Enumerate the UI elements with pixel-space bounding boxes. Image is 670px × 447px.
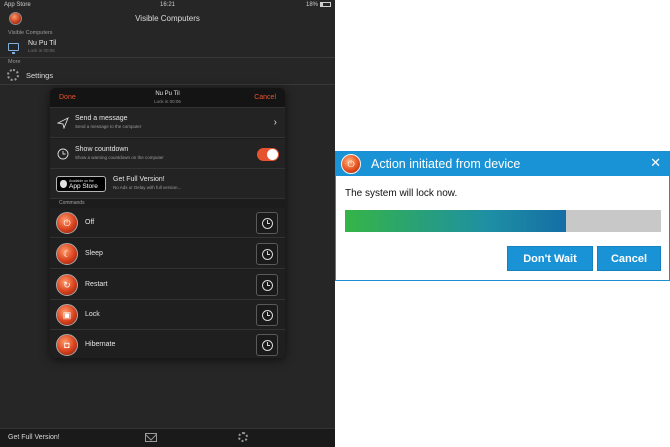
nav-bar: Visible Computers [0, 10, 335, 28]
command-label: Sleep [85, 250, 103, 257]
screenshot-composite: App Store 16:21 18% Visible Computers Vi… [0, 0, 670, 447]
cancel-button[interactable]: Cancel [597, 246, 661, 271]
full-version-subtitle: No Ads or Delay with full version... [113, 185, 182, 190]
bottom-bar: Get Full Version! [0, 428, 335, 447]
show-countdown-row: Show countdown Show a warning countdown … [50, 139, 285, 169]
dialog-title: Action initiated from device [371, 157, 521, 171]
clock-icon [262, 310, 273, 321]
popup-subtitle: Lock in 00:06 [154, 99, 181, 104]
command-row-hibernate[interactable]: ◘ Hibernate [50, 330, 285, 358]
cancel-button[interactable]: Cancel [254, 94, 276, 101]
app-store-badge[interactable]: Available on the App Store [56, 176, 106, 192]
status-time: 16:21 [159, 2, 175, 8]
command-row-restart[interactable]: ↻ Restart [50, 270, 285, 300]
close-icon[interactable]: ✕ [650, 155, 661, 171]
status-bar: App Store 16:21 18% [0, 0, 335, 10]
chevron-right-icon: › [273, 117, 277, 128]
mail-icon[interactable] [145, 433, 157, 442]
command-label: Restart [85, 281, 108, 288]
clock-icon [262, 280, 273, 291]
gear-icon [7, 69, 19, 81]
settings-row[interactable]: Settings [0, 66, 335, 85]
show-countdown-title: Show countdown [75, 146, 129, 153]
show-countdown-subtitle: Show a warning countdown on the computer [75, 155, 164, 160]
apple-icon [60, 180, 67, 188]
command-label: Lock [85, 311, 100, 318]
dont-wait-button[interactable]: Don't Wait [507, 246, 593, 271]
battery-percent: 18% [305, 2, 318, 9]
schedule-sleep-button[interactable] [256, 243, 278, 265]
popup-title: Nu Pu Til [155, 91, 180, 97]
ipad-app: App Store 16:21 18% Visible Computers Vi… [0, 0, 335, 447]
lock-icon: ▣ [56, 304, 78, 326]
send-message-subtitle: Send a message to the computer [75, 124, 142, 129]
clock-icon [57, 148, 69, 160]
settings-label: Settings [26, 71, 54, 80]
status-battery: 18% [306, 2, 331, 8]
get-full-version-link[interactable]: Get Full Version! [8, 434, 60, 441]
computer-actions-popup: Done Nu Pu Til Lock in 00:06 Cancel Send… [50, 88, 285, 358]
command-label: Off [85, 219, 95, 226]
computer-icon [8, 43, 19, 54]
get-full-version-row[interactable]: Available on the App Store Get Full Vers… [50, 169, 285, 199]
clock-icon [262, 340, 273, 351]
power-icon: ⏻ [56, 212, 78, 234]
progress-fill [345, 210, 567, 232]
computer-row[interactable]: Nu Pu Til Lock in 00:06 [0, 36, 335, 58]
restart-icon: ↻ [56, 274, 78, 296]
toggle-knob [267, 149, 278, 160]
schedule-hibernate-button[interactable] [256, 334, 278, 356]
clock-icon [262, 218, 273, 229]
gears-icon[interactable] [238, 432, 248, 442]
computer-name: Nu Pu Til [28, 40, 57, 47]
computer-status: Lock in 00:06 [28, 48, 55, 53]
countdown-toggle[interactable] [257, 148, 279, 161]
schedule-lock-button[interactable] [256, 304, 278, 326]
popup-header: Done Nu Pu Til Lock in 00:06 Cancel [50, 88, 285, 108]
progress-bar [345, 210, 661, 232]
command-row-off[interactable]: ⏻ Off [50, 208, 285, 238]
command-label: Hibernate [85, 341, 116, 348]
schedule-off-button[interactable] [256, 212, 278, 234]
battery-icon [320, 2, 331, 7]
full-version-title: Get Full Version! [113, 176, 165, 183]
moon-icon: ☾ [56, 243, 78, 265]
badge-big-text: App Store [69, 183, 98, 190]
nav-title: Visible Computers [135, 14, 200, 23]
section-label-more: More [8, 59, 21, 65]
hibernate-icon: ◘ [56, 334, 78, 356]
send-message-row[interactable]: Send a message Send a message to the com… [50, 108, 285, 138]
command-row-sleep[interactable]: ☾ Sleep [50, 239, 285, 269]
action-dialog: ⏻ Action initiated from device ✕ The sys… [335, 151, 670, 281]
paper-plane-icon [57, 117, 69, 129]
power-icon: ⏻ [341, 154, 361, 174]
commands-label: Commands [59, 200, 85, 206]
clock-icon [262, 249, 273, 260]
command-row-lock[interactable]: ▣ Lock [50, 300, 285, 330]
dialog-titlebar: ⏻ Action initiated from device ✕ [336, 152, 669, 176]
dialog-message: The system will lock now. [345, 188, 458, 199]
schedule-restart-button[interactable] [256, 274, 278, 296]
send-message-title: Send a message [75, 115, 128, 122]
